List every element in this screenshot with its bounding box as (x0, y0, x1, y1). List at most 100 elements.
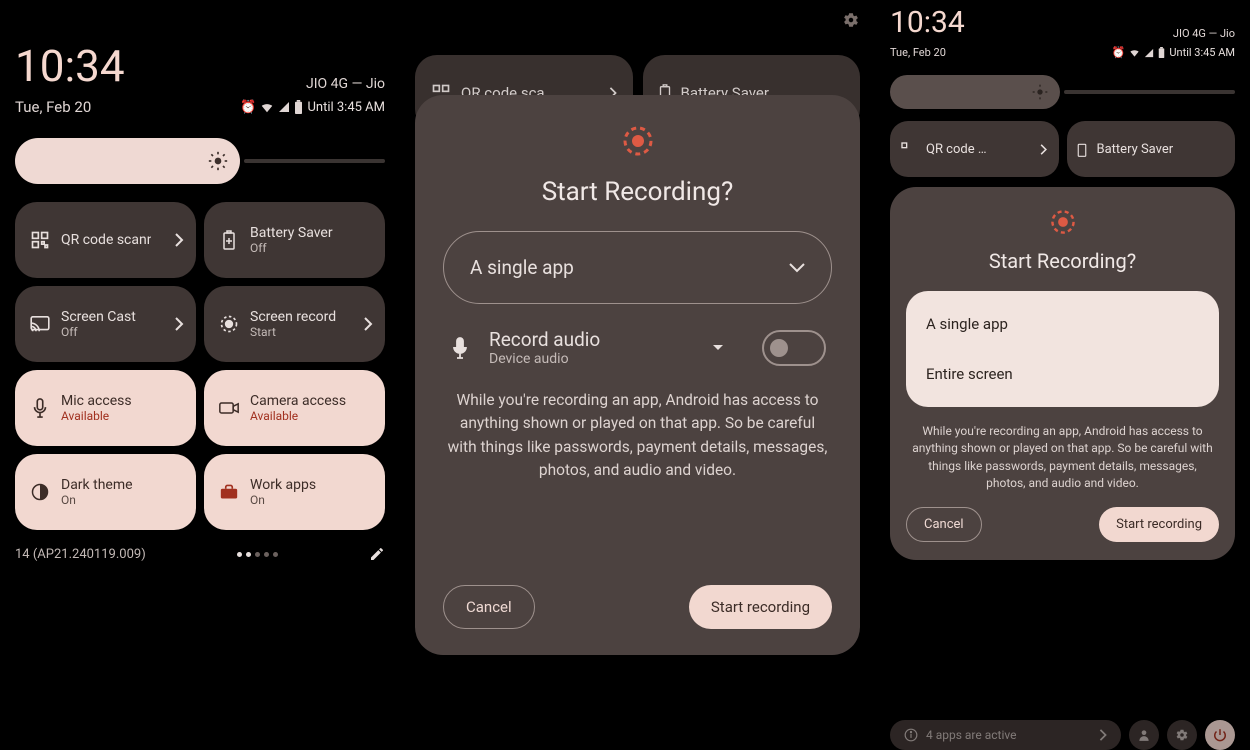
signal-icon (1144, 48, 1154, 58)
cancel-button[interactable]: Cancel (443, 585, 535, 629)
network-label: JIO 4G — Jio (306, 76, 385, 92)
cast-icon (29, 316, 51, 332)
gear-icon (842, 11, 860, 29)
audio-source-select[interactable]: Record audio Device audio (489, 328, 694, 367)
tile-dark-theme[interactable]: Dark theme On (15, 454, 196, 530)
record-dialog-panel: QR code sca… Battery Saver Start Recordi… (400, 0, 875, 750)
battery-icon (1158, 47, 1165, 58)
tile-label: Mic access (61, 393, 132, 410)
tile-sublabel: On (250, 493, 316, 507)
dialog-title: Start Recording? (542, 177, 734, 207)
start-recording-button[interactable]: Start recording (1099, 507, 1219, 542)
tile-label: Screen record (250, 309, 336, 326)
until-label: Until 3:45 AM (307, 100, 385, 115)
chevron-right-icon (1099, 729, 1107, 741)
build-label: 14 (AP21.240119.009) (15, 547, 146, 562)
tile-mic-access[interactable]: Mic access Available (15, 370, 196, 446)
date-label: Tue, Feb 20 (890, 46, 946, 59)
audio-title: Record audio (489, 328, 694, 351)
qr-icon (29, 230, 51, 250)
briefcase-icon (218, 484, 240, 500)
chevron-right-icon (1040, 144, 1047, 155)
start-recording-button[interactable]: Start recording (689, 585, 832, 629)
settings-button[interactable] (1167, 720, 1197, 750)
status-icons: ⏰ Until 3:45 AM (240, 100, 385, 115)
apps-active-chip[interactable]: 4 apps are active (890, 720, 1121, 750)
date-label: Tue, Feb 20 (15, 98, 91, 116)
record-options-panel: 10:34 JIO 4G — Jio Tue, Feb 20 ⏰ Until 3… (875, 0, 1250, 750)
start-recording-dialog: Start Recording? A single app Entire scr… (890, 187, 1235, 560)
status-icons: ⏰ Until 3:45 AM (1112, 46, 1235, 59)
clock: 10:34 (890, 5, 965, 40)
signal-icon (278, 101, 290, 113)
option-single-app[interactable]: A single app (906, 299, 1219, 349)
alarm-icon: ⏰ (1112, 46, 1126, 59)
network-label: JIO 4G — Jio (1173, 27, 1235, 40)
alarm-icon: ⏰ (240, 100, 256, 115)
chevron-down-icon (789, 263, 805, 273)
brightness-slider[interactable] (15, 138, 385, 184)
tile-camera-access[interactable]: Camera access Available (204, 370, 385, 446)
bg-tile-battery: Battery Saver (1067, 121, 1236, 177)
option-entire-screen[interactable]: Entire screen (906, 349, 1219, 399)
dropdown-value: A single app (470, 256, 574, 279)
qr-icon (900, 141, 916, 157)
chevron-right-icon (363, 317, 373, 331)
brightness-slider[interactable] (890, 75, 1235, 109)
tile-label: Camera access (250, 393, 346, 410)
power-icon (1213, 728, 1227, 742)
tile-sublabel: Off (250, 241, 333, 255)
privacy-warning: While you're recording an app, Android h… (906, 423, 1219, 493)
mic-icon (29, 398, 51, 418)
tile-sublabel: Available (250, 409, 346, 423)
tile-label: Screen Cast (61, 309, 136, 326)
dropdown-caret-icon (712, 344, 724, 352)
tile-label: Dark theme (61, 477, 133, 494)
record-icon (218, 314, 240, 334)
privacy-warning: While you're recording an app, Android h… (443, 389, 832, 482)
apps-active-label: 4 apps are active (926, 728, 1016, 742)
mic-icon (449, 337, 471, 359)
tile-sublabel: Start (250, 325, 336, 339)
quick-settings-panel: 10:34 JIO 4G — Jio Tue, Feb 20 ⏰ Until 3… (0, 0, 400, 750)
gear-icon (1175, 728, 1189, 742)
dark-theme-icon (29, 483, 51, 501)
tile-label: Work apps (250, 477, 316, 494)
brightness-icon (1032, 84, 1048, 100)
record-dialog-icon (622, 125, 654, 157)
battery-icon (294, 100, 303, 114)
info-icon (904, 728, 918, 742)
battery-saver-icon (1077, 142, 1087, 157)
tile-label: Battery Saver (250, 225, 333, 242)
chevron-right-icon (174, 233, 184, 247)
battery-saver-icon (218, 230, 240, 250)
bg-tile-label: QR code … (926, 142, 987, 157)
tile-qr-scanner[interactable]: QR code scanner (15, 202, 196, 278)
clock: 10:34 (15, 40, 125, 92)
tile-work-apps[interactable]: Work apps On (204, 454, 385, 530)
tile-battery-saver[interactable]: Battery Saver Off (204, 202, 385, 278)
bg-tile-label: Battery Saver (1097, 142, 1174, 157)
scope-options: A single app Entire screen (906, 291, 1219, 407)
tile-sublabel: Available (61, 409, 132, 423)
wifi-icon (1129, 47, 1140, 58)
chevron-right-icon (174, 317, 184, 331)
user-button[interactable] (1129, 720, 1159, 750)
tile-sublabel: Off (61, 325, 136, 339)
tile-screen-record[interactable]: Screen record Start (204, 286, 385, 362)
edit-button[interactable] (369, 546, 385, 562)
page-indicator (237, 552, 278, 557)
audio-toggle[interactable] (762, 330, 826, 366)
start-recording-dialog: Start Recording? A single app Record aud… (415, 95, 860, 655)
tile-screen-cast[interactable]: Screen Cast Off (15, 286, 196, 362)
tile-sublabel: On (61, 493, 133, 507)
scope-dropdown[interactable]: A single app (443, 231, 832, 304)
power-button[interactable] (1205, 720, 1235, 750)
audio-subtitle: Device audio (489, 351, 694, 367)
record-dialog-icon (1050, 209, 1076, 235)
brightness-icon (208, 151, 228, 171)
wifi-icon (260, 100, 274, 114)
cancel-button[interactable]: Cancel (906, 507, 982, 542)
tile-label: QR code scanner (61, 232, 151, 249)
bg-tile-qr: QR code … (890, 121, 1059, 177)
